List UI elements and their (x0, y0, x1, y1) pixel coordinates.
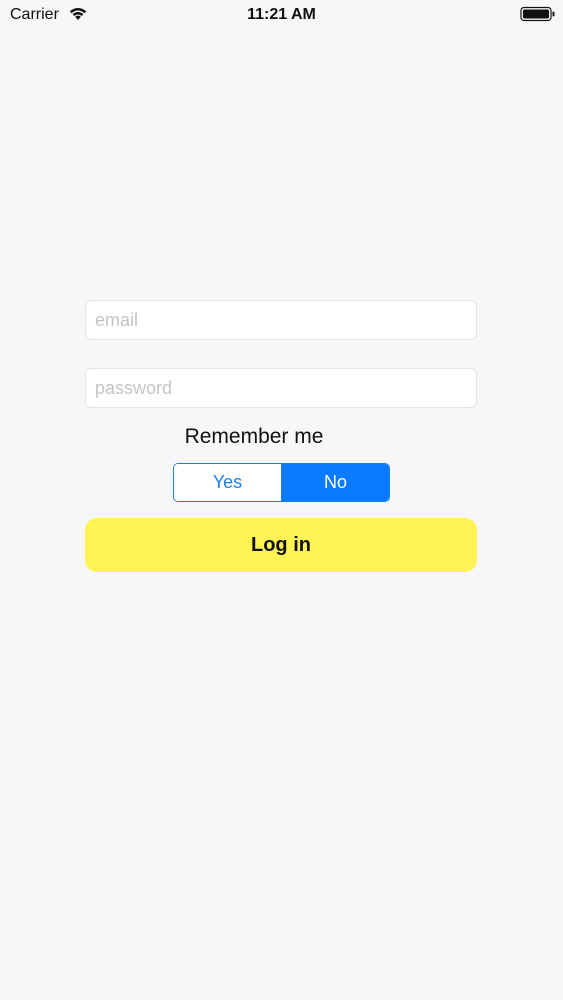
email-field[interactable] (85, 300, 477, 340)
status-bar: Carrier 11:21 AM (0, 0, 563, 30)
login-button[interactable]: Log in (85, 518, 477, 572)
remember-me-segmented-control: Yes No (173, 463, 390, 502)
battery-icon (520, 6, 555, 22)
remember-me-label: Remember me (184, 425, 324, 448)
remember-no-segment[interactable]: No (282, 464, 389, 501)
status-time: 11:21 AM (247, 6, 316, 23)
password-field[interactable] (85, 368, 477, 408)
remember-yes-segment[interactable]: Yes (174, 464, 282, 501)
